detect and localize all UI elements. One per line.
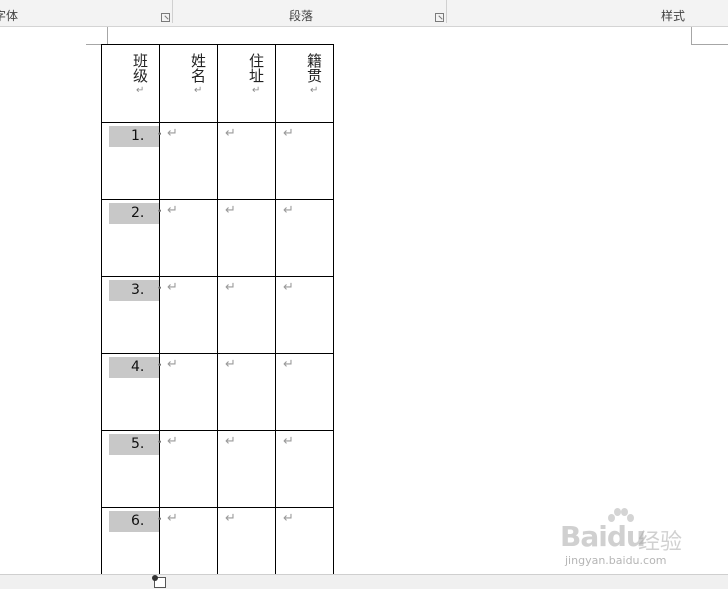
row-number: 6. [131, 513, 145, 529]
paragraph-mark-icon: ↵ [136, 85, 145, 96]
header-cell-name[interactable]: 姓名 ↵ [159, 44, 218, 123]
row-number-cell[interactable]: 3. • [101, 276, 162, 354]
paragraph-mark-icon: ↵ [283, 126, 294, 141]
header-text: 籍贯 [305, 53, 323, 83]
row-number: 4. [131, 359, 145, 375]
table-cell-hometown[interactable]: ↵ [275, 276, 334, 354]
paragraph-mark-icon: ↵ [167, 126, 178, 141]
paragraph-mark-icon: ↵ [167, 203, 178, 218]
paragraph-mark-icon: ↵ [225, 434, 236, 449]
table-row: 6. • ↵ ↵ ↵ [101, 507, 334, 585]
table-cell-name[interactable]: ↵ [159, 430, 218, 508]
table-cell-hometown[interactable]: ↵ [275, 430, 334, 508]
paragraph-mark-icon: ↵ [225, 511, 236, 526]
row-number: 2. [131, 205, 145, 221]
table-row: 2. • ↵ ↵ ↵ [101, 199, 334, 277]
row-number-cell[interactable]: 6. • [101, 507, 162, 585]
table-row: 4. • ↵ ↵ ↵ [101, 353, 334, 431]
paragraph-mark-icon: ↵ [283, 357, 294, 372]
table-cell-address[interactable]: ↵ [217, 507, 276, 585]
table-cell-hometown[interactable]: ↵ [275, 353, 334, 431]
paragraph-mark-icon: ↵ [225, 280, 236, 295]
table-row: 1. • ↵ ↵ ↵ [101, 122, 334, 200]
class-roster-table[interactable]: 班级 ↵ 姓名 ↵ 住址 ↵ 籍贯 ↵ 1. • ↵ ↵ ↵ 2. • ↵ ↵ ↵ 3. • ↵ ↵ ↵ 4.… [101, 44, 334, 585]
table-cell-address[interactable]: ↵ [217, 430, 276, 508]
paragraph-mark-icon: ↵ [225, 203, 236, 218]
paragraph-mark-icon: ↵ [283, 511, 294, 526]
header-text: 姓名 [189, 53, 207, 83]
font-dialog-launcher-icon[interactable] [161, 13, 170, 22]
paragraph-mark-icon: ↵ [194, 85, 203, 96]
table-cell-name[interactable]: ↵ [159, 276, 218, 354]
ribbon-group-styles-label: 样式 [661, 9, 686, 23]
paragraph-mark-icon: ↵ [252, 85, 261, 96]
table-row: 3. • ↵ ↵ ↵ [101, 276, 334, 354]
table-cell-address[interactable]: ↵ [217, 276, 276, 354]
paragraph-dialog-launcher-icon[interactable] [435, 13, 444, 22]
header-text: 班级 [131, 53, 149, 83]
header-text: 住址 [247, 53, 265, 83]
table-cell-hometown[interactable]: ↵ [275, 507, 334, 585]
paragraph-mark-icon: ↵ [167, 357, 178, 372]
ribbon-group-paragraph-label: 段落 [289, 9, 314, 23]
watermark-url: jingyan.baidu.com [565, 554, 667, 567]
group-separator [172, 0, 173, 23]
row-number: 3. [131, 282, 145, 298]
status-bar [0, 574, 728, 589]
paragraph-mark-icon: ↵ [283, 203, 294, 218]
table-cell-address[interactable]: ↵ [217, 199, 276, 277]
watermark-brand: Baidu [560, 520, 646, 553]
row-number-cell[interactable]: 5. • [101, 430, 162, 508]
paragraph-mark-icon: ↵ [167, 434, 178, 449]
table-layout-icon[interactable] [152, 575, 166, 588]
table-cell-hometown[interactable]: ↵ [275, 122, 334, 200]
baidu-jingyan-watermark: Baidu 经验 jingyan.baidu.com [560, 508, 728, 572]
table-cell-name[interactable]: ↵ [159, 353, 218, 431]
margin-corner-mark-right [691, 27, 728, 45]
watermark-cn: 经验 [638, 530, 683, 555]
paragraph-mark-icon: ↵ [283, 280, 294, 295]
table-row: 5. • ↵ ↵ ↵ [101, 430, 334, 508]
margin-corner-mark-left [86, 27, 108, 45]
ribbon-group-label-bar: 字体 段落 样式 [0, 0, 728, 27]
table-header-row: 班级 ↵ 姓名 ↵ 住址 ↵ 籍贯 ↵ [101, 44, 334, 123]
header-cell-class[interactable]: 班级 ↵ [101, 44, 160, 123]
group-separator [446, 0, 447, 23]
row-number: 5. [131, 436, 145, 452]
header-cell-address[interactable]: 住址 ↵ [217, 44, 276, 123]
row-number-cell[interactable]: 4. • [101, 353, 162, 431]
paragraph-mark-icon: ↵ [225, 126, 236, 141]
table-cell-name[interactable]: ↵ [159, 199, 218, 277]
row-number: 1. [131, 128, 145, 144]
paragraph-mark-icon: ↵ [310, 85, 319, 96]
paragraph-mark-icon: ↵ [167, 511, 178, 526]
header-cell-hometown[interactable]: 籍贯 ↵ [275, 44, 334, 123]
row-number-cell[interactable]: 1. • [101, 122, 162, 200]
table-cell-address[interactable]: ↵ [217, 122, 276, 200]
paragraph-mark-icon: ↵ [283, 434, 294, 449]
ribbon-group-font-label: 字体 [0, 9, 19, 23]
paragraph-mark-icon: ↵ [167, 280, 178, 295]
document-page[interactable]: 班级 ↵ 姓名 ↵ 住址 ↵ 籍贯 ↵ 1. • ↵ ↵ ↵ 2. • ↵ ↵ ↵ 3. • ↵ ↵ ↵ 4.… [0, 27, 728, 585]
row-number-cell[interactable]: 2. • [101, 199, 162, 277]
table-cell-hometown[interactable]: ↵ [275, 199, 334, 277]
table-cell-name[interactable]: ↵ [159, 122, 218, 200]
table-cell-address[interactable]: ↵ [217, 353, 276, 431]
paragraph-mark-icon: ↵ [225, 357, 236, 372]
table-cell-name[interactable]: ↵ [159, 507, 218, 585]
